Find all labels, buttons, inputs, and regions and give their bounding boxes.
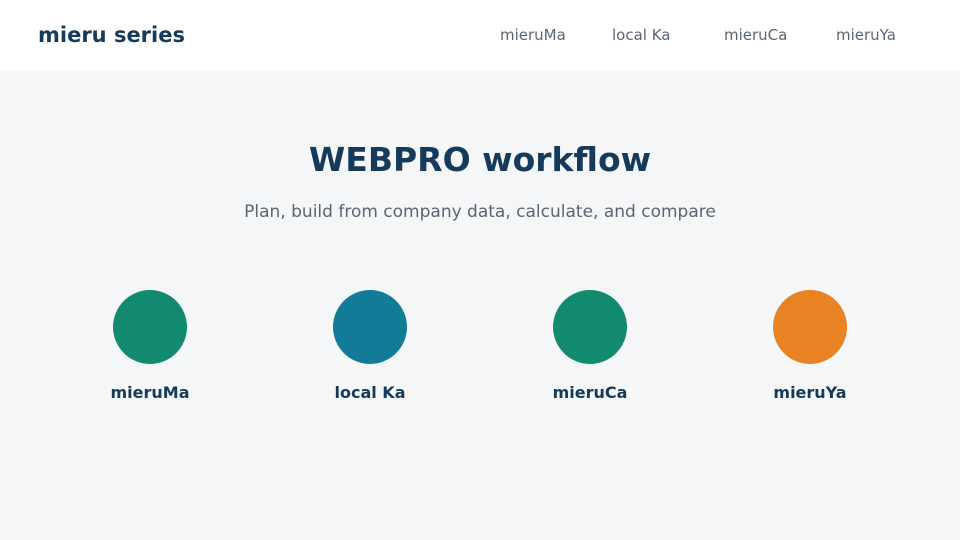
page-title: WEBPRO workflow bbox=[308, 140, 652, 179]
step-label: mieruCa bbox=[552, 383, 628, 402]
page-subtitle: Plan, build from company data, calculate… bbox=[244, 202, 716, 222]
nav-link-local-ka[interactable]: local Ka bbox=[612, 26, 670, 44]
nav-link-mieruya[interactable]: mieruYa bbox=[836, 26, 896, 44]
step-circle-icon bbox=[113, 290, 187, 364]
workflow-step-mieruca[interactable]: mieruCa bbox=[510, 290, 670, 410]
workflow-step-mieruma[interactable]: mieruMa bbox=[70, 290, 230, 410]
step-label: mieruYa bbox=[773, 383, 847, 402]
nav-link-mieruca[interactable]: mieruCa bbox=[724, 26, 787, 44]
workflow-step-local-ka[interactable]: local Ka bbox=[290, 290, 450, 410]
step-circle-icon bbox=[773, 290, 847, 364]
nav-link-mieruma[interactable]: mieruMa bbox=[500, 26, 566, 44]
step-label: mieruMa bbox=[110, 383, 190, 402]
step-circle-icon bbox=[333, 290, 407, 364]
top-header: mieru series mieruMa local Ka mieruCa mi… bbox=[0, 0, 960, 71]
brand-logo-text[interactable]: mieru series bbox=[38, 22, 185, 48]
workflow-step-mieruya[interactable]: mieruYa bbox=[730, 290, 890, 410]
step-circle-icon bbox=[553, 290, 627, 364]
step-label: local Ka bbox=[334, 383, 406, 402]
